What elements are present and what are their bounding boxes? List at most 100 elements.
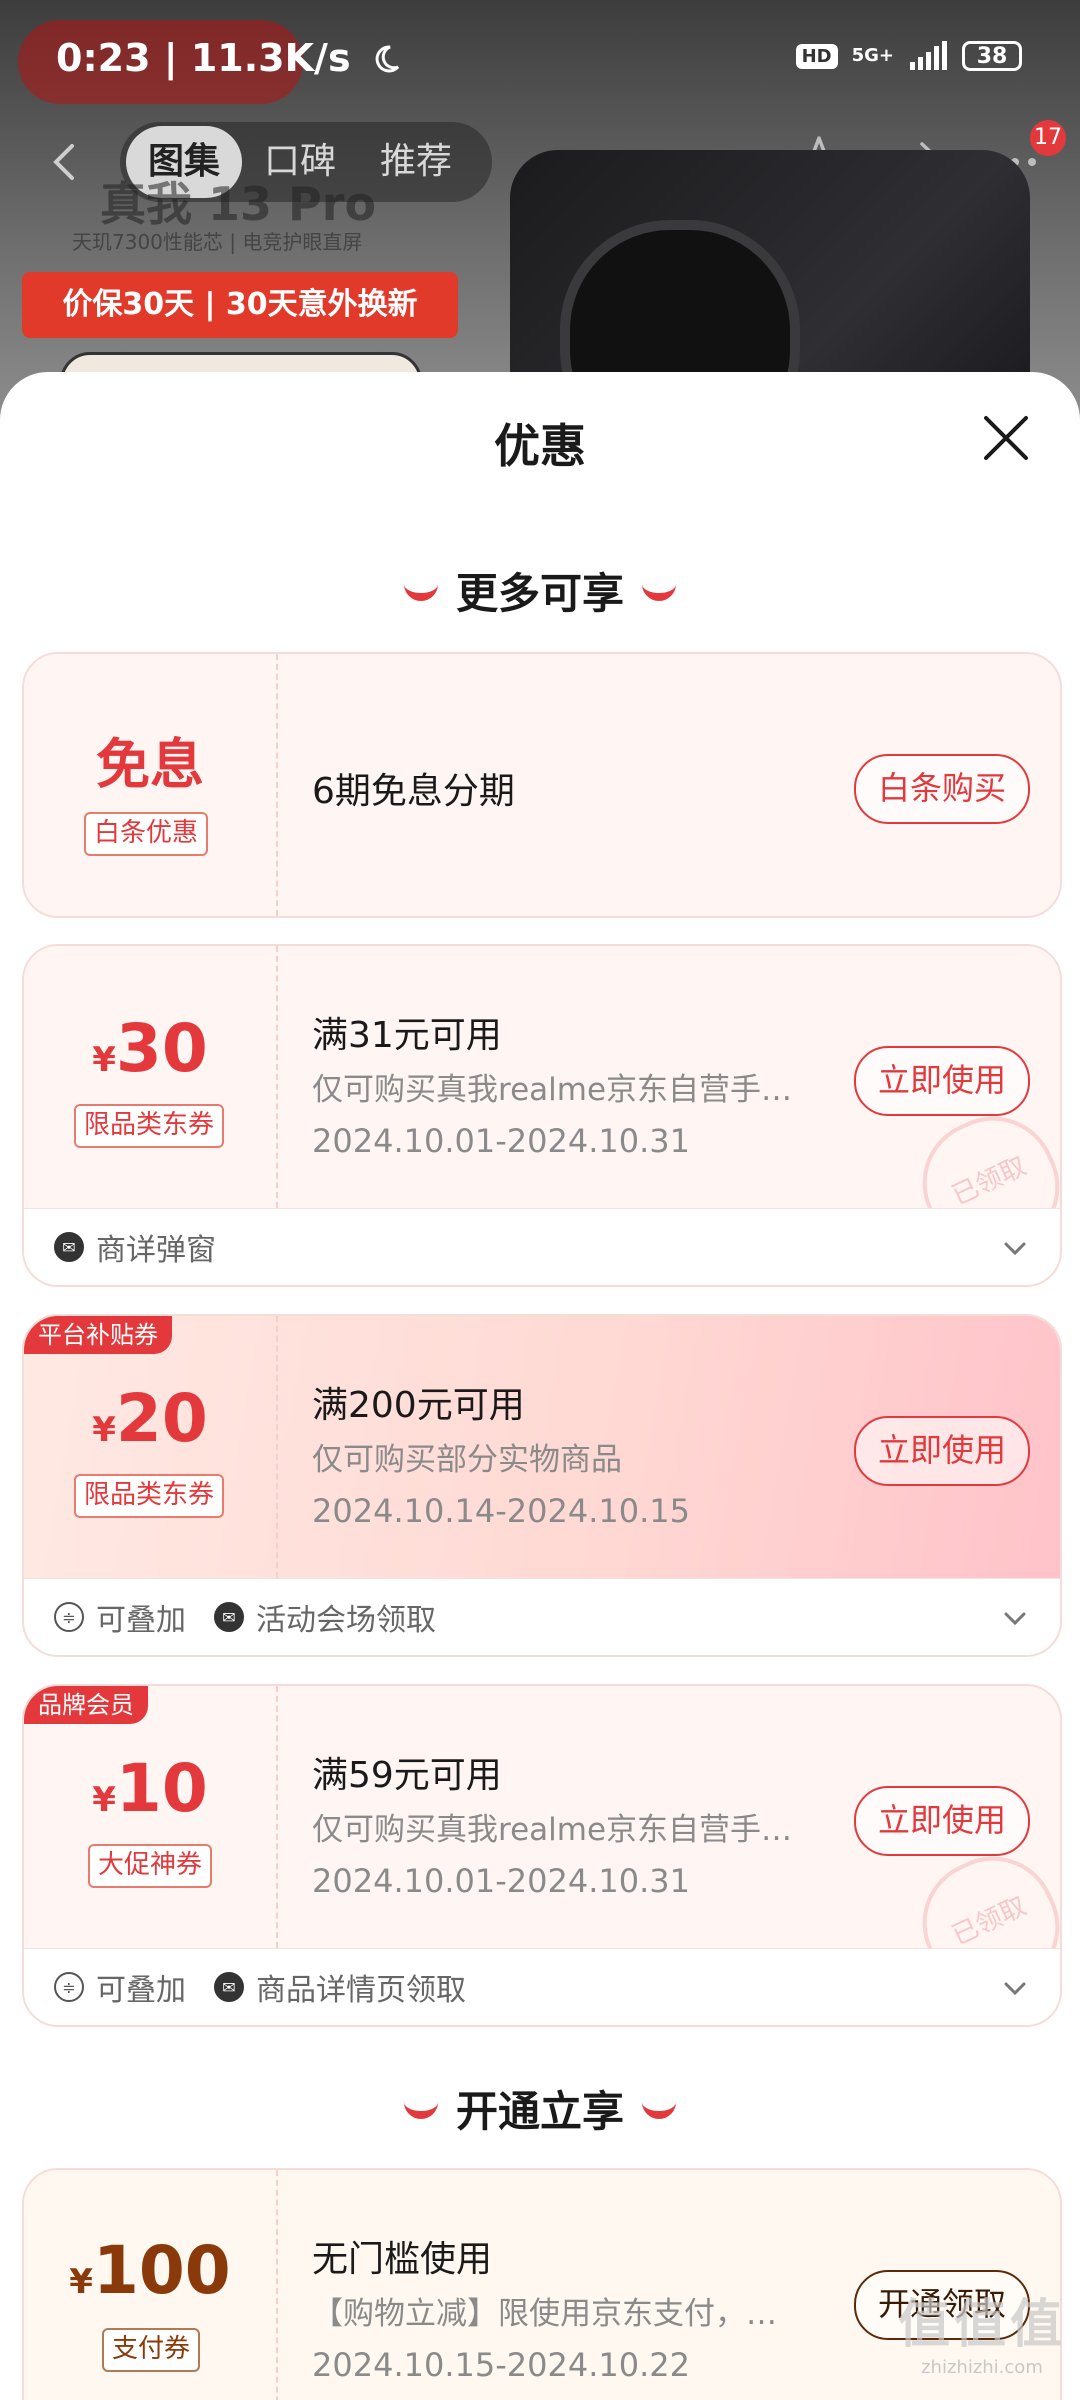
moon-icon [375, 45, 399, 73]
signal-icon [910, 41, 947, 70]
back-arrow-icon[interactable] [44, 140, 88, 184]
section-activate-benefits-label: 开通立享 [455, 2087, 624, 2136]
coupon-main: 免息 白条优惠 6期免息分期 白条购买 [24, 654, 1060, 916]
coupon-title: 6期免息分期 [312, 771, 515, 812]
coupon-big-text: 免息 [96, 733, 204, 796]
coupon-desc: 仅可购买真我realme京东自营手… [312, 1812, 793, 1848]
coupon-title: 满59元可用 [312, 1755, 502, 1796]
footer-item-label: 可叠加 [96, 1603, 186, 1638]
footer-item-label: 可叠加 [96, 1973, 186, 2008]
baitiao-buy-button[interactable]: 白条购买 [853, 754, 1030, 824]
footer-item: ✉ 活动会场领取 [214, 1595, 436, 1639]
product-page-background: 0:23 | 11.3K/s HD 5G+ 38 图集 口碑 推荐 17 真我 … [0, 0, 1080, 420]
watermark: 值值值 zhizhizhi.com [898, 2282, 1066, 2378]
yen-symbol: ¥ [92, 1780, 116, 1820]
footer-item-label: 活动会场领取 [256, 1603, 436, 1638]
coupon-desc: 仅可购买部分实物商品 [312, 1442, 622, 1478]
footer-item-label: 商品详情页领取 [256, 1973, 466, 2008]
yen-symbol: ¥ [69, 2262, 93, 2302]
discount-sheet: 优惠 更多可享 免息 白条优惠 6期免息分期 白条购买 ¥30 限品类东券 满3… [0, 372, 1080, 2400]
coupon-left: ¥10 大促神券 [24, 1686, 278, 1948]
status-bar: 0:23 | 11.3K/s HD 5G+ 38 [0, 0, 1080, 120]
coupon-date: 2024.10.01-2024.10.31 [312, 1862, 690, 1900]
stackable-icon: ≑ [54, 1972, 84, 2002]
coupon-amount: ¥100 [24, 2232, 276, 2309]
sheet-title: 优惠 [494, 419, 586, 473]
coupon-left: ¥100 支付券 [24, 2170, 278, 2400]
footer-item: ✉ 商品详情页领取 [214, 1965, 466, 2009]
coupon-card-20: ¥20 限品类东券 平台补贴券 满200元可用 仅可购买部分实物商品 2024.… [22, 1314, 1062, 1657]
coupon-main: ¥10 大促神券 品牌会员 满59元可用 仅可购买真我realme京东自营手… … [24, 1686, 1060, 2015]
network-type: 5G+ [851, 45, 894, 66]
yen-symbol: ¥ [92, 1410, 116, 1450]
coupon-footer[interactable]: ≑ 可叠加 ✉ 商品详情页领取 [24, 1948, 1060, 2025]
section-activate-benefits: 开通立享 [0, 2078, 1080, 2139]
stackable-icon: ≑ [54, 1602, 84, 1632]
coupon-footer[interactable]: ≑ 可叠加 ✉ 活动会场领取 [24, 1578, 1060, 1655]
coupon-desc: 【购物立减】限使用京东支付，… [312, 2296, 777, 2332]
coupon-footer-items: ✉ 商详弹窗 [54, 1209, 216, 1285]
close-icon[interactable] [980, 412, 1032, 464]
coupon-ribbon: 平台补贴券 [24, 1316, 172, 1354]
coupon-footer[interactable]: ✉ 商详弹窗 [24, 1208, 1060, 1285]
status-time-speed: 0:23 | 11.3K/s [56, 36, 402, 80]
coupon-tag: 白条优惠 [84, 812, 209, 856]
coupon-card-10: ¥10 大促神券 品牌会员 满59元可用 仅可购买真我realme京东自营手… … [22, 1684, 1062, 2027]
watermark-url: zhizhizhi.com [921, 2357, 1043, 2378]
coupon-date: 2024.10.01-2024.10.31 [312, 1122, 690, 1160]
coupon-amount-value: 20 [115, 1380, 208, 1457]
coupon-date: 2024.10.15-2024.10.22 [312, 2346, 690, 2384]
coupon-tag: 支付券 [102, 2328, 201, 2372]
battery-icon: 38 [962, 41, 1022, 71]
coupon-card-30: ¥30 限品类东券 满31元可用 仅可购买真我realme京东自营手… 2024… [22, 944, 1062, 1287]
watermark-logo: 值值值 [897, 2295, 1066, 2355]
chevron-down-icon[interactable] [1000, 1973, 1030, 2003]
coupon-main: ¥30 限品类东券 满31元可用 仅可购买真我realme京东自营手… 2024… [24, 946, 1060, 1275]
coupon-ribbon: 品牌会员 [24, 1686, 148, 1724]
coupon-tag: 限品类东券 [74, 1104, 225, 1148]
notification-badge: 17 [1030, 120, 1066, 156]
footer-item: ≑ 可叠加 [54, 1595, 186, 1639]
status-time-text: 0:23 | 11.3K/s [56, 36, 351, 80]
section-more-benefits-label: 更多可享 [455, 569, 624, 618]
product-promo-title: 真我 13 Pro [100, 177, 377, 231]
coupon-title: 满200元可用 [312, 1385, 525, 1426]
coupon-left: 免息 白条优惠 [24, 654, 278, 916]
coupon-amount-value: 10 [115, 1750, 208, 1827]
coupon-tag: 限品类东券 [74, 1474, 225, 1518]
hd-icon: HD [795, 43, 838, 69]
product-promo-banner: 价保30天 | 30天意外换新 [22, 272, 458, 338]
coupon-left: ¥20 限品类东券 [24, 1316, 278, 1578]
smile-right-icon [642, 577, 676, 601]
smile-right-icon [642, 2095, 676, 2119]
chevron-down-icon[interactable] [1000, 1603, 1030, 1633]
coupon-source-icon: ✉ [54, 1232, 84, 1262]
coupon-source-icon: ✉ [214, 1602, 244, 1632]
coupon-card-installment: 免息 白条优惠 6期免息分期 白条购买 [22, 652, 1062, 918]
coupon-amount: ¥20 [24, 1380, 276, 1457]
section-more-benefits: 更多可享 [0, 560, 1080, 621]
use-now-button[interactable]: 立即使用 [853, 1046, 1030, 1116]
coupon-amount-value: 30 [115, 1010, 208, 1087]
coupon-amount-value: 100 [92, 2232, 231, 2309]
chevron-down-icon[interactable] [1000, 1233, 1030, 1263]
product-promo-subtitle: 天玑7300性能芯 | 电竞护眼直屏 [72, 230, 363, 254]
footer-item: ≑ 可叠加 [54, 1965, 186, 2009]
coupon-source-icon: ✉ [214, 1972, 244, 2002]
use-now-button[interactable]: 立即使用 [853, 1416, 1030, 1486]
smile-left-icon [403, 577, 438, 601]
coupon-left: ¥30 限品类东券 [24, 946, 278, 1208]
coupon-tag: 大促神券 [88, 1844, 213, 1888]
coupon-title: 无门槛使用 [312, 2239, 493, 2280]
coupon-amount: ¥30 [24, 1010, 276, 1087]
coupon-desc: 仅可购买真我realme京东自营手… [312, 1072, 793, 1108]
smile-left-icon [403, 2095, 438, 2119]
coupon-footer-items: ≑ 可叠加 ✉ 活动会场领取 [54, 1579, 436, 1655]
footer-item-label: 商详弹窗 [96, 1233, 216, 1268]
coupon-amount: ¥10 [24, 1750, 276, 1827]
yen-symbol: ¥ [92, 1040, 116, 1080]
use-now-button[interactable]: 立即使用 [853, 1786, 1030, 1856]
coupon-date: 2024.10.14-2024.10.15 [312, 1492, 690, 1530]
coupon-title: 满31元可用 [312, 1015, 502, 1056]
status-icons: HD 5G+ 38 [795, 40, 1022, 72]
